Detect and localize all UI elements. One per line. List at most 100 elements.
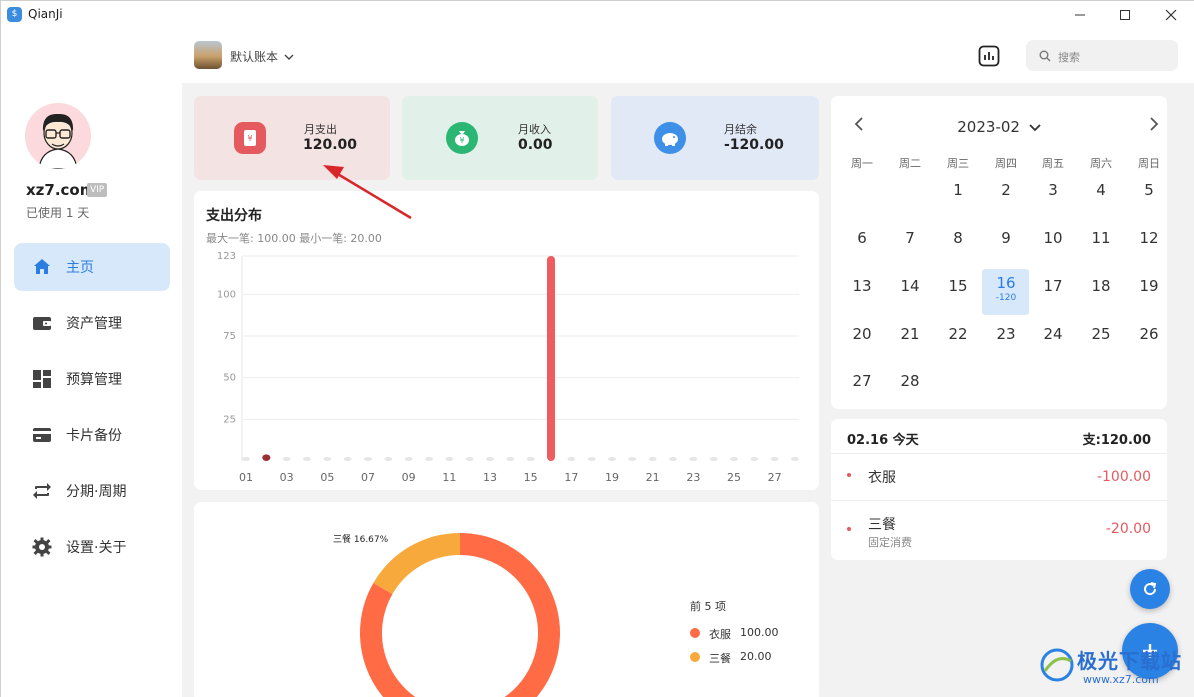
monthly-balance-card[interactable]: 月结余 -120.00 — [611, 96, 819, 180]
balance-value: -120.00 — [724, 137, 784, 153]
bar — [242, 457, 250, 461]
book-thumbnail[interactable] — [194, 41, 222, 69]
maximize-icon — [1120, 10, 1130, 20]
bar — [628, 457, 637, 461]
calendar-day[interactable]: 2 — [982, 181, 1030, 199]
watermark-url: www.xz7.com — [1083, 673, 1159, 686]
bar — [648, 457, 657, 461]
watermark: 极光下载站 www.xz7.com — [1039, 641, 1189, 693]
calendar-day[interactable]: 18 — [1077, 277, 1125, 295]
calendar-day[interactable]: 6 — [838, 229, 886, 247]
calendar-month-selector[interactable]: 2023-02 — [831, 118, 1167, 136]
calendar-day[interactable]: 28 — [886, 372, 934, 390]
usage-days: 已使用 1 天 — [26, 206, 90, 220]
calendar-day[interactable]: 12 — [1125, 229, 1173, 247]
calendar-day[interactable]: 10 — [1029, 229, 1077, 247]
svg-text:¥: ¥ — [459, 136, 464, 145]
piggy-bank-icon — [654, 122, 686, 154]
calendar-day[interactable]: 7 — [886, 229, 934, 247]
bar — [567, 457, 576, 461]
calendar-day[interactable]: 8 — [934, 229, 982, 247]
expense-label: 月支出 — [304, 123, 337, 136]
calendar-day[interactable]: 4 — [1077, 181, 1125, 199]
nav-label: 主页 — [66, 260, 94, 276]
calendar-day[interactable]: 11 — [1077, 229, 1125, 247]
x-tick-label: 09 — [402, 471, 416, 484]
expense-value: 120.00 — [303, 137, 358, 153]
spending-distribution-card: 支出分布 最大一笔: 100.00 最小一笔: 20.00 123 100 75 50… — [194, 191, 819, 490]
day-date: 02.16 今天 — [847, 433, 919, 448]
refresh-button[interactable] — [1130, 569, 1170, 609]
calendar-day[interactable]: 15 — [934, 277, 982, 295]
svg-text:¥: ¥ — [247, 134, 252, 143]
bar — [750, 457, 759, 461]
dashboard-icon — [33, 370, 51, 388]
calendar-day[interactable]: 13 — [838, 277, 886, 295]
statistics-button[interactable] — [978, 45, 1000, 67]
home-icon — [34, 259, 50, 274]
bar — [730, 457, 738, 461]
bar — [262, 454, 271, 461]
nav-item-assets[interactable]: 资产管理 — [14, 299, 170, 347]
calendar-day[interactable]: 17 — [1029, 277, 1077, 295]
maximize-button[interactable] — [1102, 1, 1148, 29]
weekday-label: 周六 — [1090, 157, 1112, 170]
close-button[interactable] — [1148, 1, 1194, 29]
avatar[interactable] — [25, 103, 91, 169]
transaction-amount: -100.00 — [1096, 469, 1151, 485]
nav-item-card-backup[interactable]: 卡片备份 — [14, 411, 170, 459]
nav-item-installments[interactable]: 分期·周期 — [14, 467, 170, 515]
search-icon — [1039, 50, 1051, 62]
monthly-income-card[interactable]: ¥ 月收入 0.00 — [402, 96, 598, 180]
transaction-row[interactable]: 三餐 固定消费 -20.00 — [831, 501, 1167, 559]
card-icon — [33, 428, 51, 442]
legend-value: 20.00 — [740, 650, 772, 663]
book-selector[interactable]: 默认账本 — [230, 48, 294, 65]
search-box[interactable]: 搜索 — [1026, 40, 1178, 71]
calendar-day[interactable]: 9 — [982, 229, 1030, 247]
transaction-row[interactable]: 衣服 -100.00 — [831, 454, 1167, 500]
category-breakdown-card: 三餐 16.67% 前 5 项 衣服 100.00 三餐 20.00 — [194, 502, 819, 697]
nav-item-settings[interactable]: 设置·关于 — [14, 523, 170, 571]
calendar-day[interactable]: 1 — [934, 181, 982, 199]
expense-dot — [847, 473, 851, 477]
income-value: 0.00 — [518, 137, 553, 153]
bar — [282, 457, 291, 461]
calendar-day[interactable]: 26 — [1125, 325, 1173, 343]
app-title: QianJi — [28, 7, 63, 21]
vip-badge: VIP — [87, 183, 108, 197]
bar — [445, 457, 454, 461]
calendar-day[interactable]: 3 — [1029, 181, 1077, 199]
chevron-down-icon — [284, 54, 294, 60]
calendar-day[interactable]: 5 — [1125, 181, 1173, 199]
bar — [486, 457, 494, 461]
calendar-day[interactable]: 16 — [982, 274, 1030, 292]
watermark-text: 极光下载站 — [1077, 649, 1182, 673]
calendar-day[interactable]: 19 — [1125, 277, 1173, 295]
weekday-label: 周二 — [899, 157, 921, 170]
x-tick-label: 05 — [320, 471, 334, 484]
nav-item-budget[interactable]: 预算管理 — [14, 355, 170, 403]
minimize-button[interactable] — [1057, 1, 1103, 29]
monthly-expense-card[interactable]: ¥ 月支出 120.00 — [194, 96, 390, 180]
legend-swatch — [690, 628, 700, 638]
close-icon — [1165, 9, 1177, 21]
minimize-icon — [1075, 14, 1085, 16]
calendar-day[interactable]: 21 — [886, 325, 934, 343]
day-total: 支:120.00 — [1082, 433, 1151, 448]
bar — [425, 457, 433, 461]
calendar-day[interactable]: 14 — [886, 277, 934, 295]
calendar-day[interactable]: 22 — [934, 325, 982, 343]
calendar-day[interactable]: 23 — [982, 325, 1030, 343]
x-tick-label: 07 — [361, 471, 375, 484]
calendar-day[interactable]: 25 — [1077, 325, 1125, 343]
calendar-day[interactable]: 27 — [838, 372, 886, 390]
nav-item-home[interactable]: 主页 — [14, 243, 170, 291]
calendar-month: 2023-02 — [957, 118, 1020, 136]
x-tick-label: 11 — [442, 471, 456, 484]
calendar-day[interactable]: 20 — [838, 325, 886, 343]
calendar-day[interactable]: 24 — [1029, 325, 1077, 343]
calendar-day-amount: -120 — [995, 293, 1017, 303]
x-tick-label: 25 — [727, 471, 741, 484]
chevron-right-icon[interactable] — [1149, 117, 1159, 131]
